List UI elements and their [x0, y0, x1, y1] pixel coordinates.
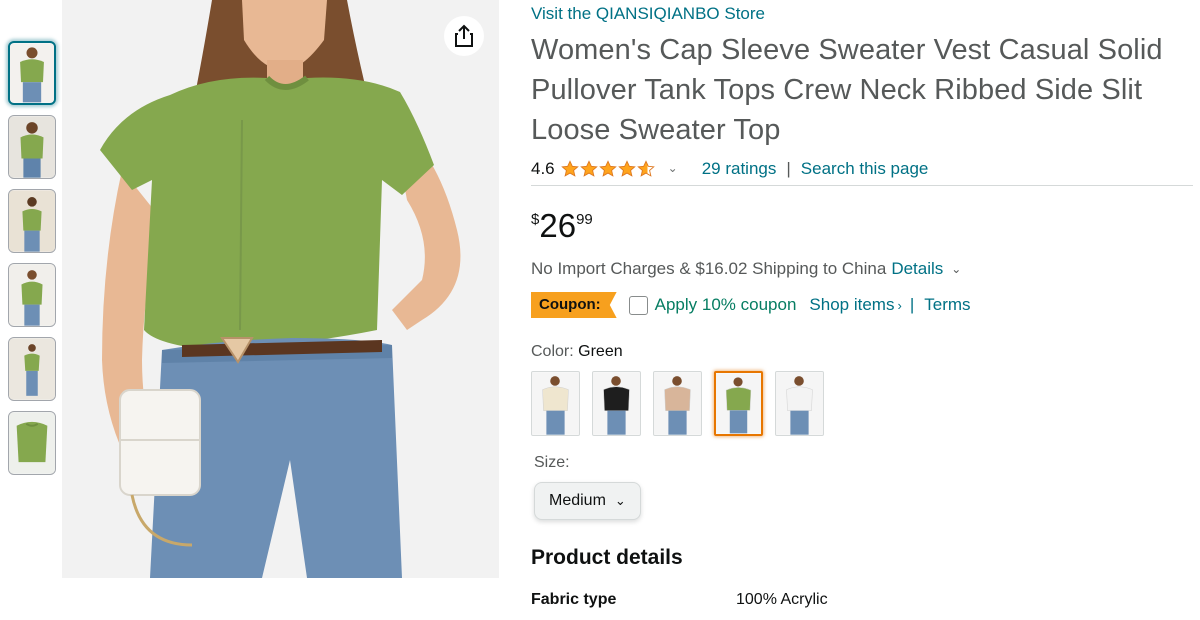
star-icon — [617, 160, 636, 177]
shop-items-link[interactable]: Shop items › — [809, 295, 901, 315]
coupon-checkbox[interactable] — [628, 295, 648, 315]
price: $ 26 99 — [531, 208, 1193, 248]
rating-value: 4.6 — [531, 159, 555, 178]
swatch-green[interactable] — [714, 371, 763, 436]
star-icon — [636, 160, 655, 177]
swatch-image — [593, 372, 640, 435]
details-key: Fabric type — [531, 591, 617, 608]
size-selected: Medium — [549, 492, 606, 509]
details-value: 100% Acrylic — [736, 591, 828, 608]
divider — [531, 185, 1193, 186]
separator: | — [786, 159, 791, 178]
chevron-down-icon: ⌄ — [614, 493, 626, 508]
details-row: Fabric type 100% Acrylic — [531, 591, 1193, 609]
swatch-white[interactable] — [775, 371, 824, 436]
price-fraction: 99 — [576, 211, 593, 228]
product-photo — [62, 0, 499, 578]
swatch-cream[interactable] — [531, 371, 580, 436]
swatch-image — [776, 372, 823, 435]
chevron-down-icon[interactable]: ⌄ — [668, 161, 678, 175]
share-icon — [455, 24, 473, 47]
coupon-badge: Coupon: — [531, 292, 617, 318]
shipping-text: No Import Charges & $16.02 Shipping to C… — [531, 259, 887, 278]
star-rating[interactable] — [560, 160, 656, 178]
apply-coupon-label[interactable]: Apply 10% coupon — [655, 295, 797, 315]
swatch-image — [654, 372, 701, 435]
chevron-right-icon: › — [897, 298, 902, 313]
coupon-row: Coupon: Apply 10% coupon Shop items › | T… — [531, 291, 1193, 319]
swatch-image — [532, 372, 579, 435]
thumbnail-2[interactable] — [8, 115, 56, 179]
store-link[interactable]: Visit the QIANSIQIANBO Store — [531, 4, 1193, 24]
color-selected: Green — [578, 343, 623, 360]
product-info: Visit the QIANSIQIANBO Store Women's Cap… — [531, 0, 1193, 609]
product-title: Women's Cap Sleeve Sweater Vest Casual S… — [531, 34, 1163, 146]
thumbnail-1[interactable] — [8, 41, 56, 105]
terms-link[interactable]: Terms — [924, 295, 970, 315]
thumbnail-4[interactable] — [8, 263, 56, 327]
size-dropdown[interactable]: Medium ⌄ — [534, 482, 641, 520]
swatch-black[interactable] — [592, 371, 641, 436]
star-icon — [560, 160, 579, 177]
size-label: Size: — [534, 454, 570, 471]
main-product-image[interactable] — [62, 0, 499, 578]
chevron-down-icon[interactable]: ⌄ — [951, 262, 961, 276]
color-label-text: Color: — [531, 343, 574, 360]
price-symbol: $ — [531, 211, 540, 228]
search-page-link[interactable]: Search this page — [801, 159, 929, 179]
product-details-heading: Product details — [531, 546, 683, 569]
thumbnail-5[interactable] — [8, 337, 56, 401]
shop-items-label: Shop items — [809, 295, 895, 314]
star-icon — [598, 160, 617, 177]
rating-row: 4.6 ⌄ 29 ratings | Search this page — [531, 157, 1193, 181]
color-label: Color: Green — [531, 343, 1193, 361]
thumbnail-strip — [8, 41, 58, 485]
share-button[interactable] — [444, 16, 484, 56]
thumbnail-6[interactable] — [8, 411, 56, 475]
star-icon — [579, 160, 598, 177]
swatch-beige[interactable] — [653, 371, 702, 436]
price-whole: 26 — [539, 207, 577, 244]
separator: | — [909, 295, 915, 314]
thumbnail-3[interactable] — [8, 189, 56, 253]
ratings-link[interactable]: 29 ratings — [702, 159, 777, 179]
swatch-image — [716, 373, 761, 434]
color-swatches — [531, 371, 1193, 436]
shipping-info: No Import Charges & $16.02 Shipping to C… — [531, 259, 1193, 279]
details-link[interactable]: Details — [891, 259, 943, 279]
